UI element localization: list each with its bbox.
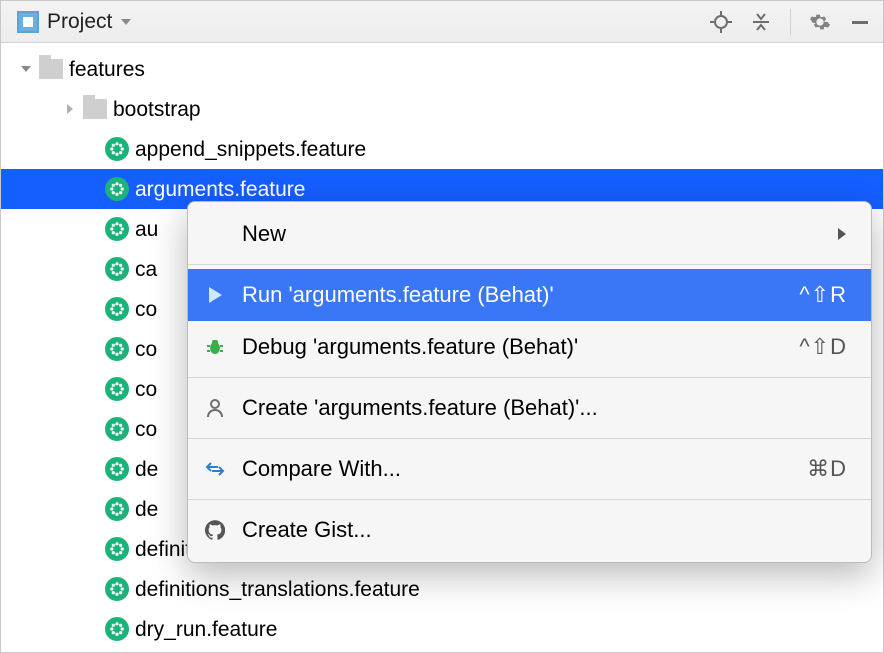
tree-folder-bootstrap[interactable]: bootstrap	[1, 89, 883, 129]
gherkin-icon	[103, 337, 131, 361]
gherkin-icon	[103, 457, 131, 481]
gherkin-icon	[103, 577, 131, 601]
context-menu-new[interactable]: New	[188, 208, 871, 260]
menu-separator	[188, 377, 871, 378]
chevron-right-icon	[837, 221, 847, 247]
folder-label: features	[65, 59, 145, 80]
gherkin-icon	[103, 617, 131, 641]
context-menu-compare[interactable]: Compare With... ⌘D	[188, 443, 871, 495]
github-icon	[202, 520, 228, 540]
tree-file[interactable]: append_snippets.feature	[1, 129, 883, 169]
file-label: append_snippets.feature	[131, 139, 366, 160]
menu-item-label: Debug 'arguments.feature (Behat)'	[242, 334, 785, 360]
menu-item-label: Create 'arguments.feature (Behat)'...	[242, 395, 847, 421]
gherkin-icon	[103, 177, 131, 201]
file-label: ca	[131, 259, 157, 280]
file-label: definitions_translations.feature	[131, 579, 420, 600]
folder-icon	[81, 99, 109, 119]
context-menu-create-gist[interactable]: Create Gist...	[188, 504, 871, 556]
menu-separator	[188, 499, 871, 500]
tree-file[interactable]: dry_run.feature	[1, 609, 883, 649]
menu-item-label: Create Gist...	[242, 517, 847, 543]
gherkin-icon	[103, 537, 131, 561]
menu-item-label: New	[242, 221, 823, 247]
project-selector[interactable]: Project	[11, 8, 138, 36]
gherkin-icon	[103, 377, 131, 401]
file-label: de	[131, 499, 158, 520]
gherkin-icon	[103, 217, 131, 241]
folder-label: bootstrap	[109, 99, 201, 120]
menu-shortcut: ⌘D	[807, 456, 847, 482]
file-label: co	[131, 299, 157, 320]
folder-icon	[37, 59, 65, 79]
file-label: co	[131, 339, 157, 360]
menu-shortcut: ^⇧R	[799, 282, 847, 308]
project-label: Project	[47, 10, 112, 34]
context-menu-debug[interactable]: Debug 'arguments.feature (Behat)' ^⇧D	[188, 321, 871, 373]
file-label: co	[131, 379, 157, 400]
gherkin-icon	[103, 137, 131, 161]
context-menu-run[interactable]: Run 'arguments.feature (Behat)' ^⇧R	[188, 269, 871, 321]
gherkin-icon	[103, 497, 131, 521]
person-icon	[202, 398, 228, 418]
tree-file[interactable]: definitions_translations.feature	[1, 569, 883, 609]
target-icon[interactable]	[706, 7, 736, 37]
menu-item-label: Run 'arguments.feature (Behat)'	[242, 282, 785, 308]
tree-folder-features[interactable]: features	[1, 49, 883, 89]
bug-icon	[202, 337, 228, 357]
context-menu: New Run 'arguments.feature (Behat)' ^⇧R …	[187, 201, 872, 563]
minimize-icon[interactable]	[845, 7, 875, 37]
file-label: de	[131, 459, 158, 480]
context-menu-create-runconfig[interactable]: Create 'arguments.feature (Behat)'...	[188, 382, 871, 434]
project-icon	[17, 11, 39, 33]
menu-item-label: Compare With...	[242, 456, 793, 482]
file-label: co	[131, 419, 157, 440]
chevron-right-icon[interactable]	[59, 103, 81, 115]
gherkin-icon	[103, 417, 131, 441]
toolbar: Project	[1, 1, 883, 43]
menu-separator	[188, 438, 871, 439]
gear-icon[interactable]	[805, 7, 835, 37]
gherkin-icon	[103, 297, 131, 321]
file-label: arguments.feature	[131, 179, 305, 200]
chevron-down-icon	[120, 17, 132, 27]
menu-shortcut: ^⇧D	[799, 334, 847, 360]
play-icon	[202, 286, 228, 304]
file-label: dry_run.feature	[131, 619, 277, 640]
gherkin-icon	[103, 257, 131, 281]
compare-icon	[202, 460, 228, 478]
toolbar-separator	[790, 9, 791, 35]
chevron-down-icon[interactable]	[15, 63, 37, 75]
file-label: au	[131, 219, 158, 240]
menu-separator	[188, 264, 871, 265]
collapse-all-icon[interactable]	[746, 7, 776, 37]
